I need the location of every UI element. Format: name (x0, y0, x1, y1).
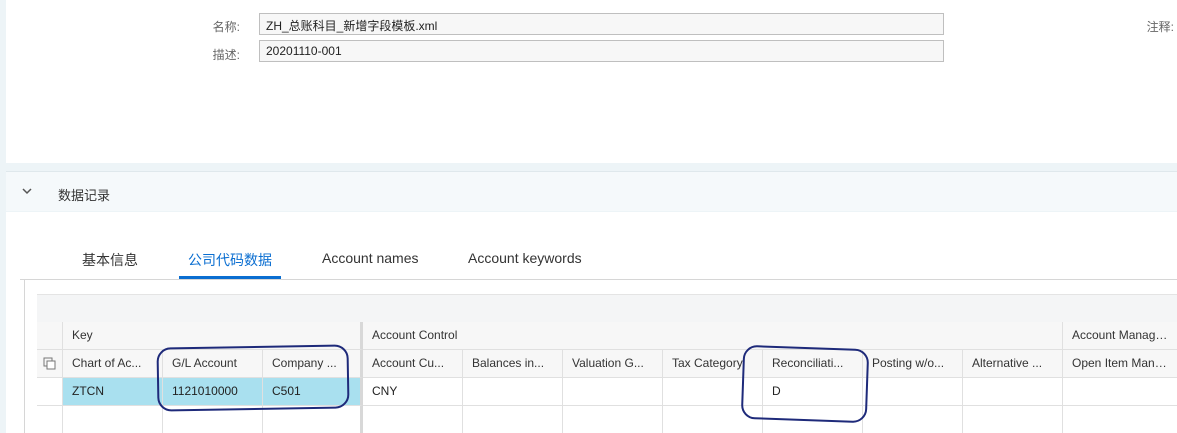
table-cell[interactable] (963, 378, 1063, 406)
table-cell[interactable] (363, 406, 463, 433)
table-cell[interactable] (263, 406, 363, 433)
description-field[interactable]: 20201110-001 (259, 40, 944, 62)
table-cell[interactable]: C501 (263, 378, 363, 406)
table-cell[interactable]: CNY (363, 378, 463, 406)
table-cell[interactable] (963, 406, 1063, 433)
column-header-company-code[interactable]: Company ... (263, 350, 363, 378)
column-header-account-currency[interactable]: Account Cu... (363, 350, 463, 378)
name-label: 名称: (212, 20, 240, 34)
table-cell[interactable] (1063, 378, 1177, 406)
table-cell[interactable]: 1121010000 (163, 378, 263, 406)
row-selector[interactable] (37, 378, 63, 406)
column-header-posting-without-tax[interactable]: Posting w/o... (863, 350, 963, 378)
section-title: 数据记录 (58, 188, 111, 203)
table-cell[interactable]: ZTCN (63, 378, 163, 406)
column-header-gl-account[interactable]: G/L Account (163, 350, 263, 378)
table-cell[interactable] (763, 406, 863, 433)
name-field[interactable]: ZH_总账科目_新增字段模板.xml (259, 13, 944, 35)
table-cell[interactable] (663, 406, 763, 433)
tab-company-code-data[interactable]: 公司代码数据 (188, 250, 272, 270)
tab-account-names[interactable]: Account names (322, 250, 419, 266)
table-cell[interactable] (463, 406, 563, 433)
column-header-balances-in-local-currency[interactable]: Balances in... (463, 350, 563, 378)
table-cell[interactable] (163, 406, 263, 433)
tab-account-keywords[interactable]: Account keywords (468, 250, 582, 266)
row-selector[interactable] (37, 406, 63, 433)
table-toolbar (37, 294, 1177, 323)
active-tab-indicator (179, 276, 281, 279)
column-header-alternative-account[interactable]: Alternative ... (963, 350, 1063, 378)
table-cell[interactable] (663, 378, 763, 406)
table-cell[interactable] (863, 378, 963, 406)
note-label: 注释: (1146, 20, 1174, 34)
table-cell[interactable] (563, 406, 663, 433)
column-header-reconciliation-account[interactable]: Reconciliati... (763, 350, 863, 378)
group-header-key: Key (63, 322, 363, 350)
table-cell[interactable] (463, 378, 563, 406)
table-cell[interactable] (1063, 406, 1177, 433)
section-header-data-records[interactable]: 数据记录 (6, 171, 1177, 211)
table-cell[interactable] (863, 406, 963, 433)
column-header-chart-of-accounts[interactable]: Chart of Ac... (63, 350, 163, 378)
table-cell[interactable]: D (763, 378, 863, 406)
header-form: 名称: ZH_总账科目_新增字段模板.xml 描述: 20201110-001 … (6, 0, 1177, 163)
column-header-tax-category[interactable]: Tax Category (663, 350, 763, 378)
chevron-down-icon[interactable] (22, 186, 32, 196)
group-spacer (37, 322, 63, 350)
column-header-open-item-management[interactable]: Open Item Manager (1063, 350, 1177, 378)
group-header-account-control: Account Control (363, 322, 1063, 350)
description-label: 描述: (212, 48, 240, 62)
data-records-panel: 基本信息 公司代码数据 Account names Account keywor… (6, 212, 1177, 433)
table-cell[interactable] (63, 406, 163, 433)
tab-basic-info[interactable]: 基本信息 (82, 250, 138, 270)
row-selector-header[interactable] (37, 350, 63, 378)
column-header-valuation-group[interactable]: Valuation G... (563, 350, 663, 378)
table-container: Key Account Control Account Manageme Cha… (24, 280, 1177, 433)
table-cell[interactable] (563, 378, 663, 406)
copy-icon[interactable] (43, 357, 57, 371)
group-header-account-management: Account Manageme (1063, 322, 1177, 350)
